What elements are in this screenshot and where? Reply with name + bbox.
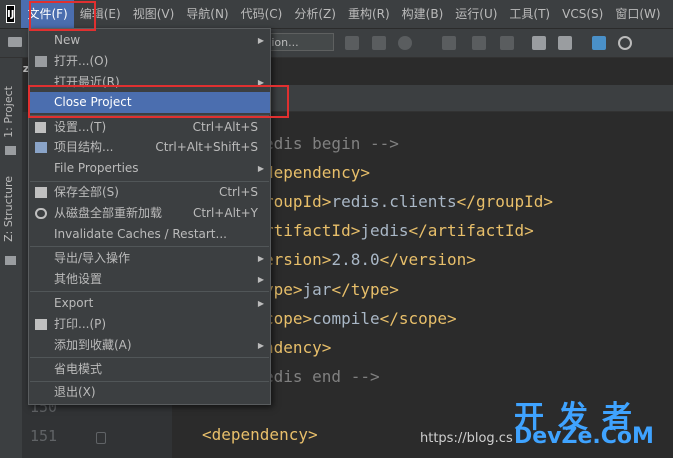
- menu-item-export[interactable]: Export ▶: [29, 293, 270, 314]
- menu-item-print[interactable]: 打印...(P): [29, 314, 270, 335]
- code-line: ype>jar</type>: [264, 280, 399, 299]
- folder-open-icon: [35, 56, 47, 67]
- menu-window[interactable]: 窗口(W): [609, 0, 666, 28]
- structure-icon: [5, 256, 16, 265]
- save-icon: [35, 187, 47, 198]
- menu-run[interactable]: 运行(U): [449, 0, 503, 28]
- code-line: ndency>: [264, 338, 332, 357]
- device-icon[interactable]: [472, 36, 486, 50]
- project-tab[interactable]: 1: Project: [2, 86, 20, 138]
- stop-icon[interactable]: [442, 36, 456, 50]
- menu-separator: [30, 291, 269, 292]
- line-number: 151: [30, 427, 58, 445]
- menu-edit[interactable]: 编辑(E): [74, 0, 127, 28]
- debug-icon[interactable]: [372, 36, 386, 50]
- menu-item-other-settings[interactable]: 其他设置 ▶: [29, 269, 270, 290]
- menu-item-settings[interactable]: 设置...(T) Ctrl+Alt+S: [29, 117, 270, 138]
- menu-vcs[interactable]: VCS(S): [556, 0, 609, 28]
- search-icon[interactable]: [618, 36, 632, 50]
- menu-navigate[interactable]: 导航(N): [180, 0, 234, 28]
- open-folder-icon[interactable]: [8, 37, 22, 47]
- menu-view[interactable]: 视图(V): [127, 0, 181, 28]
- menu-item-file-properties[interactable]: File Properties ▶: [29, 158, 270, 179]
- project-structure-icon: [35, 142, 47, 153]
- menu-item-reload-all[interactable]: 从磁盘全部重新加载 Ctrl+Alt+Y: [29, 203, 270, 224]
- menu-tools[interactable]: 工具(T): [503, 0, 556, 28]
- intellij-logo-icon: IJ: [6, 5, 16, 23]
- menu-separator: [30, 115, 269, 116]
- menu-item-export-import[interactable]: 导出/导入操作 ▶: [29, 248, 270, 269]
- menu-item-save-all[interactable]: 保存全部(S) Ctrl+S: [29, 182, 270, 203]
- menu-item-invalidate-caches[interactable]: Invalidate Caches / Restart...: [29, 224, 270, 245]
- project-folder-icon: [5, 146, 16, 155]
- sync-icon[interactable]: [500, 36, 514, 50]
- menu-code[interactable]: 代码(C): [235, 0, 289, 28]
- menu-item-power-save[interactable]: 省电模式: [29, 359, 270, 380]
- menu-item-new[interactable]: New ▶: [29, 30, 270, 51]
- editor-tab-bar: [270, 85, 673, 112]
- file-menu-popup: New ▶ 打开...(O) 打开最近(R) ▶ Close Project 设置.…: [28, 28, 271, 405]
- terminal-icon[interactable]: [592, 36, 606, 50]
- wrench-icon[interactable]: [532, 36, 546, 50]
- print-icon: [35, 319, 47, 330]
- wrench-icon: [35, 122, 46, 133]
- menu-item-close-project[interactable]: Close Project: [29, 92, 270, 113]
- menu-item-open[interactable]: 打开...(O): [29, 51, 270, 72]
- menu-bar: IJ 文件(F) 编辑(E) 视图(V) 导航(N) 代码(C) 分析(Z) 重…: [0, 0, 673, 29]
- menu-analyze[interactable]: 分析(Z): [288, 0, 342, 28]
- menu-item-exit[interactable]: 退出(X): [29, 382, 270, 403]
- code-line: ersion>2.8.0</version>: [264, 250, 476, 269]
- menu-build[interactable]: 构建(B): [396, 0, 450, 28]
- menu-separator: [30, 246, 269, 247]
- code-line: edis begin -->: [264, 134, 399, 153]
- run-icon[interactable]: [345, 36, 359, 50]
- code-line: <dependency>: [202, 425, 318, 444]
- reload-icon: [35, 208, 47, 219]
- menu-item-project-structure[interactable]: 项目结构... Ctrl+Alt+Shift+S: [29, 137, 270, 158]
- code-line: cope>compile</scope>: [264, 309, 457, 328]
- run-configuration-select[interactable]: tion...: [262, 33, 334, 51]
- menu-item-open-recent[interactable]: 打开最近(R) ▶: [29, 72, 270, 93]
- watermark-url: https://blog.cs: [420, 431, 513, 446]
- structure-tab[interactable]: Z: Structure: [2, 176, 20, 242]
- menu-separator: [30, 357, 269, 358]
- coverage-icon[interactable]: [398, 36, 412, 50]
- code-line: roupId>redis.clients</groupId>: [264, 192, 553, 211]
- code-line: dependency>: [264, 163, 370, 182]
- menu-file[interactable]: 文件(F): [21, 0, 74, 28]
- code-line: rtifactId>jedis</artifactId>: [264, 221, 534, 240]
- project-structure-icon[interactable]: [558, 36, 572, 50]
- fold-marker-icon[interactable]: [96, 432, 106, 444]
- code-line: edis end -->: [264, 367, 380, 386]
- menu-help[interactable]: 帮: [667, 0, 673, 28]
- left-tool-strip: 1: Project Z: Structure: [0, 58, 23, 458]
- watermark-en: DevZe.CoM: [514, 424, 654, 449]
- menu-item-add-to-favorites[interactable]: 添加到收藏(A) ▶: [29, 335, 270, 356]
- menu-refactor[interactable]: 重构(R): [342, 0, 396, 28]
